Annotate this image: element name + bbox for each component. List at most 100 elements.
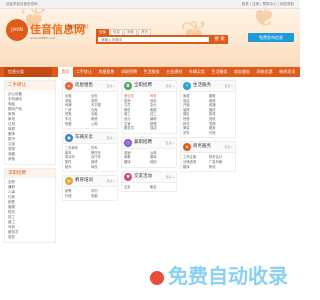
sidebar-section-title[interactable]: 求职招聘 (5, 169, 55, 178)
sidebar-section: 二手转让 办公设备 手机通讯 电脑 数码产品 家具 家电 日用 母婴 服饰 图书 文体 宠物 收藏 其他 (4, 80, 56, 165)
more-link[interactable]: 更多> (224, 84, 233, 88)
search-button[interactable]: 搜 索 (211, 35, 228, 44)
category-link[interactable]: 保洁 (150, 126, 174, 131)
sidebar-list: 全职 兼职 人事 行政 销售 客服 财务 技工 普工 司机 服务员 保安 (5, 178, 55, 242)
category-link[interactable]: 洗车 (183, 131, 207, 136)
category-block: ◷ 兼职招聘 更多> 促销 派单 家教 模特 翻译 其他 (121, 136, 177, 168)
category-link[interactable]: 公寓 (91, 122, 115, 127)
more-link[interactable]: 更多> (106, 136, 115, 140)
logo-badge: JIAYIN (6, 19, 28, 41)
search-area: 全部信息商家资讯 搜 索 (96, 29, 228, 44)
more-link[interactable]: 更多> (106, 84, 115, 88)
nav-item-home[interactable]: 首页 (58, 67, 73, 77)
sidebar-list: 办公设备 手机通讯 电脑 数码产品 家具 家电 日用 母婴 服饰 图书 文体 宠物 收藏 其他 (5, 90, 55, 164)
category-header: ◈ 商务服务 更多> (181, 142, 235, 154)
sidebar-item[interactable]: 保安 (8, 235, 52, 240)
category-link[interactable]: 其他 (150, 160, 174, 165)
city-selector[interactable]: 南阳 [切换] (68, 24, 88, 30)
logo-url: www.0088cn.net (30, 36, 56, 40)
category-column: ◘ 全职招聘 更多> 营业员 司机 厨师 保安 文员 会计 销售 客服 普工 技工 设计 编辑 主管 助理 服务员… (121, 80, 177, 195)
nav-item[interactable]: 新闻资讯 (276, 67, 299, 77)
category-block: ▣ 车辆买卖 更多> 二手轿车 货车 客车 摩托车 电动车 自行车 配件 维修 租车 驾校 (62, 132, 118, 173)
category-link[interactable]: 别墅 (65, 122, 89, 127)
category-title[interactable]: 交友活动 (134, 173, 152, 181)
more-link[interactable]: 更多> (165, 84, 174, 88)
category-block: ☼ 生活服务 更多> 家政 搬家 保洁 维修 开锁 疏通 装修 婚庆 摄影 旅游 快递 回收 鲜花 宠物 美容 健身… (180, 80, 236, 139)
leaf-decoration-icon: ❦ (250, 9, 279, 35)
category-link[interactable]: 服务员 (124, 126, 148, 131)
more-link[interactable]: 更多> (224, 145, 233, 149)
category-title[interactable]: 全职招聘 (134, 82, 152, 90)
nav-item[interactable]: 网络优惠 (253, 67, 276, 77)
service-icon: ☼ (183, 82, 191, 90)
category-link[interactable]: 交友 (124, 185, 148, 190)
sidebar-section-title[interactable]: 二手转让 (5, 81, 55, 90)
category-link[interactable]: 驾校 (91, 165, 115, 170)
category-block: ♥ 交友活动 更多> 交友 聚会 (121, 170, 177, 193)
search-box (96, 35, 211, 44)
category-block: ◘ 全职招聘 更多> 营业员 司机 厨师 保安 文员 会计 销售 客服 普工 技工 设计 编辑 主管 助理 服务员… (121, 80, 177, 134)
category-header: ⌂ 房屋租售 更多> (63, 81, 117, 92)
top-links[interactable]: 登录 | 注册 | 帮助中心 | 网站导航 (242, 2, 294, 7)
nav-item[interactable]: 五金建材 (163, 67, 186, 77)
category-block: ⌂ 房屋租售 更多> 出租 出售 求租 求购 商铺 写字楼 厂房 仓库 短租 合租 车位 新房 别墅 公寓 (62, 80, 118, 130)
category-link[interactable]: 租车 (65, 165, 89, 170)
category-header: ▤ 教育培训 更多> (63, 176, 117, 188)
nav-item[interactable]: 车辆买卖 (186, 67, 209, 77)
category-link[interactable]: 代驾 (209, 131, 233, 136)
category-link[interactable]: 外语 (65, 194, 89, 199)
category-title[interactable]: 车辆买卖 (75, 134, 93, 142)
category-title[interactable]: 商务服务 (193, 143, 211, 151)
category-title[interactable]: 教育培训 (75, 177, 93, 185)
welcome-text: 欢迎来到佳音信息网 (6, 2, 38, 6)
category-link[interactable]: 翻译 (124, 160, 148, 165)
category-links: 家教 学历 外语 电脑 (63, 187, 117, 200)
category-header: ◷ 兼职招聘 更多> (122, 137, 176, 149)
car-icon: ▣ (65, 134, 73, 143)
watermark: 免费自动收录 (150, 260, 288, 289)
nav-item[interactable]: 生活服务 (208, 67, 231, 77)
more-link[interactable]: 更多> (165, 175, 174, 179)
nav-item[interactable]: 生活服务 (140, 67, 163, 77)
category-link[interactable]: 翻译 (183, 165, 207, 170)
category-links: 工商注册 财务会计 法律咨询 广告印刷 翻译 物流 (181, 153, 235, 171)
nav-item[interactable]: 店铺 (313, 67, 320, 77)
sidebar: 二手转让 办公设备 手机通讯 电脑 数码产品 家具 家电 日用 母婴 服饰 图书 文体 宠物 收藏 其他求职… (4, 80, 56, 246)
category-title[interactable]: 生活服务 (193, 82, 211, 90)
more-link[interactable]: 更多> (165, 141, 174, 145)
category-link[interactable]: 电脑 (91, 194, 115, 199)
category-column: ⌂ 房屋租售 更多> 出租 出售 求租 求购 商铺 写字楼 厂房 仓库 短租 合租 车位 新房 别墅 公寓 ▣ 车辆… (62, 80, 118, 204)
category-title[interactable]: 房屋租售 (75, 82, 93, 90)
nav-item[interactable]: 房屋租售 (95, 67, 118, 77)
more-link[interactable]: 更多> (106, 179, 115, 183)
sidebar-item[interactable]: 其他 (8, 157, 52, 162)
store-icon: ◈ (183, 143, 191, 152)
nav-items: 首页 二手转让 房屋租售 求职招聘 生活服务 五金建材 车辆买卖 生活服务 商务服务 网络优惠 新闻… (58, 67, 320, 77)
category-header: ☼ 生活服务 更多> (181, 81, 235, 92)
category-links: 家政 搬家 保洁 维修 开锁 疏通 装修 婚庆 摄影 旅游 快递 回收 鲜花 宠物 美容 健身 洗车 代驾 (181, 92, 235, 137)
briefcase-icon: ◘ (124, 82, 132, 90)
category-menu-button[interactable]: 信息分类 (4, 67, 52, 77)
top-bar: 欢迎来到佳音信息网 登录 | 注册 | 帮助中心 | 网站导航 (0, 0, 300, 9)
nav-item[interactable]: 二手转让 (73, 67, 96, 77)
category-title[interactable]: 兼职招聘 (134, 139, 152, 147)
nav-item[interactable]: 商品 (299, 67, 314, 77)
site-logo[interactable]: JIAYIN 佳音信息网 www.0088cn.net (6, 19, 85, 45)
category-link[interactable]: 聚会 (150, 185, 174, 190)
post-info-button[interactable]: 免费发布信息 (248, 33, 294, 42)
city-switch-link[interactable]: [切换] (77, 24, 88, 29)
header: ❦ ❦ ❦ JIAYIN 佳音信息网 www.0088cn.net 南阳 [切换… (0, 9, 300, 67)
category-links: 营业员 司机 厨师 保安 文员 会计 销售 客服 普工 技工 设计 编辑 主管 助理 服务员 保洁 (122, 92, 176, 133)
category-header: ♥ 交友活动 更多> (122, 171, 176, 183)
main-nav: 信息分类 首页 二手转让 房屋租售 求职招聘 生活服务 五金建材 车辆买卖 生活服务 商务服务网… (0, 67, 320, 77)
nav-item[interactable]: 求职招聘 (118, 67, 141, 77)
category-link[interactable]: 物流 (209, 165, 233, 170)
nav-item[interactable]: 商务服务 (231, 67, 254, 77)
category-block: ▤ 教育培训 更多> 家教 学历 外语 电脑 (62, 175, 118, 202)
home-icon: ⌂ (65, 82, 73, 90)
clock-icon: ◷ (124, 138, 132, 147)
search-input[interactable] (98, 37, 209, 43)
watermark-text: 免费自动收录 (168, 264, 288, 288)
heart-icon: ♥ (124, 172, 132, 181)
category-links: 促销 派单 家教 模特 翻译 其他 (122, 149, 176, 167)
